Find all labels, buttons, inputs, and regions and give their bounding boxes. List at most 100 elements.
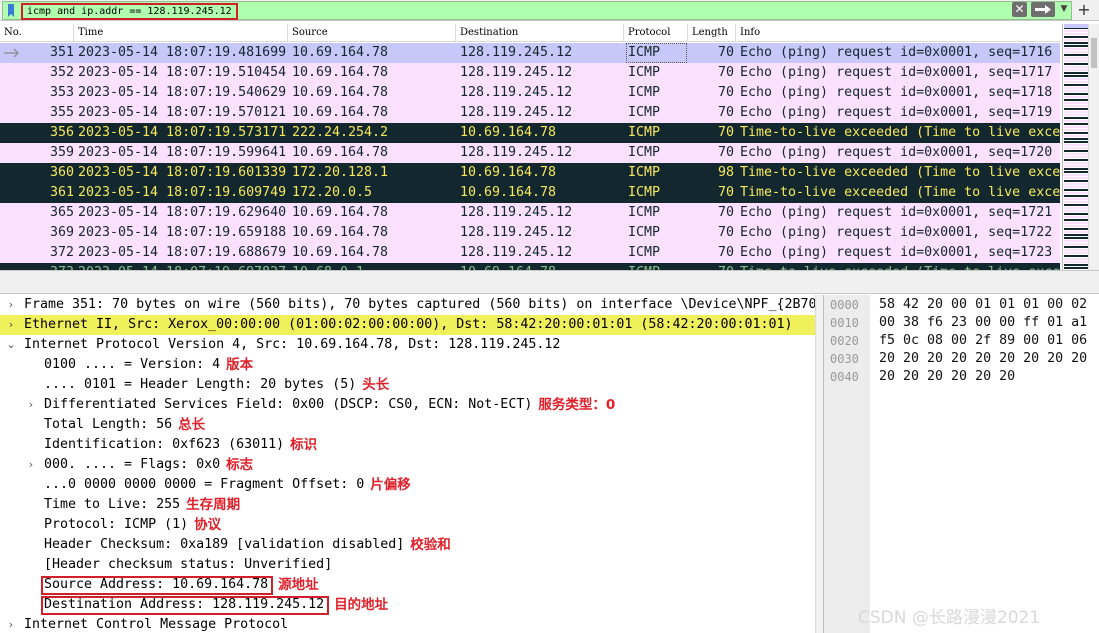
display-filter-toolbar: icmp and ip.addr == 128.119.245.12 ✕ ▼ + xyxy=(0,0,1099,21)
minimap-stripe xyxy=(1064,219,1088,221)
packet-cell-len: 70 xyxy=(717,85,734,100)
detail-tree-item[interactable]: Header Checksum: 0xa189 [validation disa… xyxy=(0,535,815,555)
packet-cell-no: 361 xyxy=(49,185,74,200)
minimap-stripe xyxy=(1064,147,1088,149)
hex-bytes[interactable]: 20 20 20 20 20 20 20 20 20 xyxy=(879,350,1087,368)
packet-cell-dst: 128.119.245.12 xyxy=(460,225,573,240)
detail-field-text: Internet Control Message Protocol xyxy=(24,617,289,632)
packet-cell-proto: ICMP xyxy=(628,65,661,80)
minimap-stripe xyxy=(1064,54,1088,56)
detail-field-text: Frame 351: 70 bytes on wire (560 bits), … xyxy=(24,297,815,312)
detail-tree-item[interactable]: › Frame 351: 70 bytes on wire (560 bits),… xyxy=(0,295,815,315)
packet-list-scrollbar[interactable] xyxy=(1088,24,1099,270)
detail-tree-item[interactable]: Identification: 0xf623 (63011) 标识 xyxy=(0,435,815,455)
packet-cell-time: 2023-05-14 18:07:19.697827 xyxy=(78,263,286,270)
packet-cell-len: 70 xyxy=(717,45,734,60)
pane-splitter[interactable] xyxy=(0,270,1099,294)
detail-tree-item[interactable]: › Internet Control Message Protocol xyxy=(0,615,815,633)
packet-row[interactable]: 372 2023-05-14 18:07:19.688679 10.69.164.7… xyxy=(0,243,1060,263)
minimap-stripe xyxy=(1064,84,1088,86)
detail-tree-item[interactable]: 0100 .... = Version: 4 版本 xyxy=(0,355,815,375)
minimap-stripe xyxy=(1064,174,1088,176)
minimap-stripe xyxy=(1064,222,1088,224)
packet-cell-len: 70 xyxy=(717,225,734,240)
column-header-time[interactable]: Time xyxy=(74,24,288,42)
column-header-source[interactable]: Source xyxy=(288,24,456,42)
hex-bytes[interactable]: 20 20 20 20 20 20 xyxy=(879,368,1015,386)
packet-row[interactable]: 353 2023-05-14 18:07:19.540629 10.69.164.7… xyxy=(0,83,1060,103)
bookmark-icon[interactable] xyxy=(7,4,15,18)
minimap-stripe xyxy=(1064,228,1088,230)
display-filter-text[interactable]: icmp and ip.addr == 128.119.245.12 xyxy=(21,3,238,20)
expand-arrow-icon[interactable]: › xyxy=(25,395,37,415)
packet-row[interactable]: 365 2023-05-14 18:07:19.629640 10.69.164.7… xyxy=(0,203,1060,223)
packet-row[interactable]: 369 2023-05-14 18:07:19.659188 10.69.164.7… xyxy=(0,223,1060,243)
detail-tree-item[interactable]: ...0 0000 0000 0000 = Fragment Offset: 0… xyxy=(0,475,815,495)
packet-row[interactable]: 373 2023-05-14 18:07:19.697827 10.68.0.1 10… xyxy=(0,263,1060,270)
minimap-stripe xyxy=(1064,45,1088,47)
packet-list[interactable]: No. Time Source Destination Protocol Len… xyxy=(0,24,1060,270)
packet-cell-len: 70 xyxy=(690,263,734,270)
expand-arrow-icon[interactable]: › xyxy=(25,455,37,475)
minimap-stripe xyxy=(1064,243,1088,245)
display-filter-input[interactable]: icmp and ip.addr == 128.119.245.12 xyxy=(2,1,1072,20)
minimap-stripe xyxy=(1064,81,1088,83)
minimap-stripe xyxy=(1064,60,1088,62)
packet-details-pane[interactable]: › Frame 351: 70 bytes on wire (560 bits),… xyxy=(0,295,815,633)
detail-tree-item[interactable]: › Ethernet II, Src: Xerox_00:00:00 (01:00… xyxy=(0,315,815,335)
packet-list-scrollbar-thumb[interactable] xyxy=(1091,38,1097,68)
detail-tree-item[interactable]: › 000. .... = Flags: 0x0 标志 xyxy=(0,455,815,475)
detail-tree-item[interactable]: .... 0101 = Header Length: 20 bytes (5) 头… xyxy=(0,375,815,395)
packet-cell-info: Echo (ping) request id=0x0001, seq=1717 xyxy=(740,65,1053,80)
packet-cell-time: 2023-05-14 18:07:19.570121 xyxy=(78,105,287,120)
packet-cell-len: 70 xyxy=(717,205,734,220)
hex-bytes[interactable]: f5 0c 08 00 2f 89 00 01 06 xyxy=(879,332,1087,350)
hex-bytes[interactable]: 58 42 20 00 01 01 01 00 02 xyxy=(879,296,1087,314)
packet-row[interactable]: 360 2023-05-14 18:07:19.601339 172.20.128.… xyxy=(0,163,1060,183)
packet-row[interactable]: 352 2023-05-14 18:07:19.510454 10.69.164.7… xyxy=(0,63,1060,83)
detail-tree-item[interactable]: Source Address: 10.69.164.78 源地址 xyxy=(0,575,815,595)
column-header-protocol[interactable]: Protocol xyxy=(624,24,688,42)
minimap-stripe xyxy=(1064,126,1088,128)
detail-field-text: .... 0101 = Header Length: 20 bytes (5) xyxy=(44,377,357,392)
minimap-stripe xyxy=(1064,186,1088,188)
expand-arrow-icon[interactable]: › xyxy=(5,315,17,335)
column-header-destination[interactable]: Destination xyxy=(456,24,624,42)
packet-cell-proto: ICMP xyxy=(628,263,660,270)
detail-tree-item[interactable]: [Header checksum status: Unverified] xyxy=(0,555,815,575)
packet-row[interactable]: 351 2023-05-14 18:07:19.481699 10.69.164.7… xyxy=(0,43,1060,63)
detail-tree-item[interactable]: Destination Address: 128.119.245.12 目的地址 xyxy=(0,595,815,615)
packet-cell-proto: ICMP xyxy=(628,185,661,200)
packet-row[interactable]: 361 2023-05-14 18:07:19.609749 172.20.0.5 1… xyxy=(0,183,1060,203)
expand-arrow-icon[interactable]: › xyxy=(5,615,17,633)
packet-cell-src: 10.69.164.78 xyxy=(292,85,389,100)
apply-filter-arrow-icon[interactable] xyxy=(1031,2,1055,17)
packet-bytes-pane[interactable]: 0000 58 42 20 00 01 01 01 00 02 0010 00 38 … xyxy=(823,295,1099,633)
packet-details-scrollbar[interactable] xyxy=(815,295,823,633)
detail-tree-item[interactable]: ⌄ Internet Protocol Version 4, Src: 10.69… xyxy=(0,335,815,355)
clear-filter-icon[interactable]: ✕ xyxy=(1012,2,1027,17)
add-filter-button-icon[interactable]: + xyxy=(1077,0,1091,19)
packet-row[interactable]: 355 2023-05-14 18:07:19.570121 10.69.164.7… xyxy=(0,103,1060,123)
packet-cell-no: 373 xyxy=(0,263,74,270)
filter-history-dropdown-icon[interactable]: ▼ xyxy=(1058,1,1070,18)
annotation-label: 标识 xyxy=(290,437,318,453)
column-header-length[interactable]: Length xyxy=(688,24,736,42)
expand-arrow-icon[interactable]: › xyxy=(5,295,17,315)
column-header-no[interactable]: No. xyxy=(0,24,74,42)
detail-tree-item[interactable]: › Differentiated Services Field: 0x00 (DS… xyxy=(0,395,815,415)
packet-cell-dst: 128.119.245.12 xyxy=(460,105,573,120)
detail-field-text: Differentiated Services Field: 0x00 (DSC… xyxy=(44,397,533,412)
detail-tree-item[interactable]: Time to Live: 255 生存周期 xyxy=(0,495,815,515)
packet-row[interactable]: 356 2023-05-14 18:07:19.573171 222.24.254.… xyxy=(0,123,1060,143)
hex-bytes[interactable]: 00 38 f6 23 00 00 ff 01 a1 xyxy=(879,314,1087,332)
column-header-info[interactable]: Info xyxy=(736,24,1060,42)
packet-minimap[interactable] xyxy=(1062,24,1088,270)
packet-cell-len: 70 xyxy=(717,245,734,260)
packet-cell-no: 372 xyxy=(49,245,74,260)
detail-tree-item[interactable]: Protocol: ICMP (1) 协议 xyxy=(0,515,815,535)
detail-tree-item[interactable]: Total Length: 56 总长 xyxy=(0,415,815,435)
minimap-stripe xyxy=(1064,117,1088,119)
collapse-arrow-icon[interactable]: ⌄ xyxy=(5,335,17,355)
packet-row[interactable]: 359 2023-05-14 18:07:19.599641 10.69.164.7… xyxy=(0,143,1060,163)
